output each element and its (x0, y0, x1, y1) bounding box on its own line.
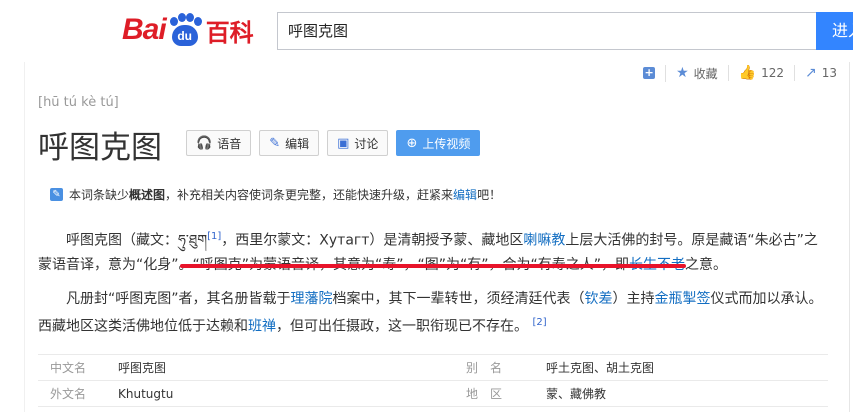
like-button[interactable]: 👍 122 (727, 65, 794, 81)
p1-tibetan: ཧུ་ཐུག (178, 232, 208, 249)
logo-du: du (171, 25, 198, 46)
info-value: 呼图克图 (118, 361, 167, 375)
top-bar: Bai du 百科 呼图克图 进入 (0, 0, 853, 62)
favorite-label: 收藏 (693, 66, 718, 81)
p1-text-1: 呼图克图（藏文： (66, 232, 178, 249)
info-value: 呼土克图、胡土克图 (546, 361, 655, 375)
plus-circle-icon: ⊕ (406, 135, 418, 151)
plus-icon: + (643, 66, 656, 79)
add-tool[interactable]: + (633, 67, 665, 79)
infobox-row: 外文名 Khutugtu 地 区 蒙、藏佛教 (38, 381, 828, 407)
discuss-label: 讨论 (354, 136, 379, 151)
info-key: 中文名 (50, 361, 87, 375)
p1-text-4: 之意。 (685, 256, 728, 273)
paragraph-2: 凡册封“呼图克图”者，其名册皆载于理藩院档案中，其下一辈转世，须经清廷代表（钦差… (38, 287, 828, 339)
golden-urn-link[interactable]: 金瓶掣签 (655, 291, 711, 307)
share-icon: ↗ (804, 65, 817, 81)
thumbs-up-icon: 👍 (738, 65, 757, 81)
page-title: 呼图克图 (38, 130, 162, 166)
entry-toolbar: + ★ 收藏 👍 122 ↗ 13 (633, 64, 847, 82)
missing-image-notice: ✎ 本词条缺少概述图，补充相关内容使词条更完整，还能快速升级，赶紧来编辑吧！ (50, 186, 501, 203)
reference-1[interactable]: [1] (207, 231, 221, 242)
notice-prefix: 本词条缺少 (69, 188, 130, 202)
info-value: 蒙、藏佛教 (546, 387, 607, 401)
info-key: 别 名 (466, 361, 503, 375)
chat-icon: ▣ (337, 135, 350, 151)
pencil-icon: ✎ (269, 135, 281, 151)
qinchai-link[interactable]: 钦差 (585, 291, 613, 307)
entry-actions: 🎧 语音 ✎ 编辑 ▣ 讨论 ⊕ 上传视频 (186, 130, 481, 156)
reference-2[interactable]: [2] (532, 317, 546, 328)
share-count: 13 (821, 66, 837, 80)
info-key: 外文名 (50, 387, 87, 401)
pinyin: [hū tú kè tú] (38, 95, 119, 110)
right-divider (849, 62, 850, 412)
notice-bold: 概述图 (129, 188, 166, 202)
star-icon: ★ (676, 65, 689, 81)
red-underline-annotation (180, 264, 686, 268)
edit-label: 编辑 (285, 136, 310, 151)
notice-suffix: 吧！ (477, 188, 502, 202)
voice-button[interactable]: 🎧 语音 (186, 130, 252, 156)
paw-icon: du (167, 13, 203, 47)
p2-text-5: ，但可出任摄政，这一职衔现已不存在。 (276, 318, 528, 335)
logo-bai: Bai (122, 13, 167, 46)
p1-text-2: ，西里尔蒙文：Хутагт）是清朝授予蒙、藏地区 (221, 232, 524, 249)
p2-text-1: 凡册封“呼图克图”者，其名册皆载于 (66, 291, 291, 307)
notice-edit-link[interactable]: 编辑 (453, 188, 477, 202)
edit-button[interactable]: ✎ 编辑 (259, 130, 320, 156)
infobox-row: 中文名 呼图克图 别 名 呼土克图、胡土克图 (38, 354, 828, 381)
search-input[interactable]: 呼图克图 (277, 12, 816, 50)
info-key: 地 区 (466, 387, 503, 401)
favorite-button[interactable]: ★ 收藏 (665, 64, 728, 82)
notice-middle: ，补充相关内容使词条更完整，还能快速升级，赶紧来 (165, 188, 454, 202)
paragraph-1: 呼图克图（藏文：ཧུ་ཐུག[1]，西里尔蒙文：Хутагт）是清朝授予蒙、藏地… (38, 225, 828, 277)
voice-label: 语音 (217, 136, 242, 151)
baidu-baike-logo[interactable]: Bai du 百科 (122, 6, 254, 54)
upload-video-button[interactable]: ⊕ 上传视频 (396, 130, 481, 156)
headphones-icon: 🎧 (196, 135, 213, 151)
p2-text-3: ）主持 (612, 291, 655, 307)
like-count: 122 (761, 66, 784, 80)
info-value: Khutugtu (118, 386, 174, 401)
enter-button[interactable]: 进入 (816, 12, 853, 50)
lifanyuan-link[interactable]: 理藩院 (291, 291, 333, 307)
infobox: 中文名 呼图克图 别 名 呼土克图、胡土克图 外文名 Khutugtu 地 区 … (38, 354, 828, 407)
upload-label: 上传视频 (422, 136, 471, 151)
lama-link[interactable]: 喇嘛教 (523, 233, 565, 249)
edit-pencil-icon: ✎ (50, 188, 63, 201)
share-button[interactable]: ↗ 13 (793, 65, 847, 81)
logo-baike: 百科 (205, 18, 254, 47)
left-divider (24, 62, 25, 412)
discuss-button[interactable]: ▣ 讨论 (327, 130, 389, 156)
p2-text-2: 档案中，其下一辈转世，须经清廷代表（ (332, 291, 585, 307)
panchen-link[interactable]: 班禅 (248, 319, 276, 335)
